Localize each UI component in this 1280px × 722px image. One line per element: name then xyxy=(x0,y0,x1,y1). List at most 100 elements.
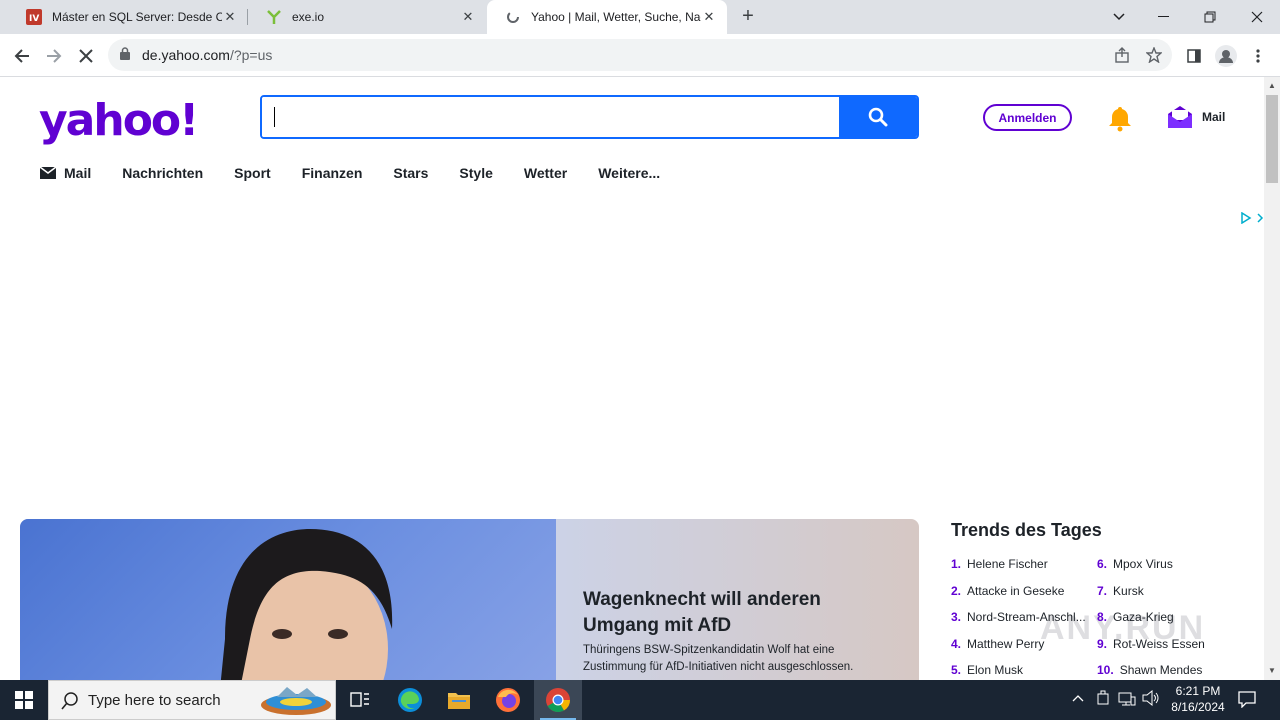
stop-loading-button[interactable] xyxy=(72,42,100,70)
back-button[interactable] xyxy=(8,42,36,70)
trend-rank: 2. xyxy=(951,583,962,598)
close-icon[interactable]: ✕ xyxy=(222,9,238,25)
chrome-icon xyxy=(546,688,570,713)
trend-item[interactable]: 8. Gaza-Krieg xyxy=(1097,610,1227,624)
close-window-button[interactable] xyxy=(1234,0,1280,34)
search-highlight-icon xyxy=(259,685,333,722)
udemy-icon: IV xyxy=(26,9,42,25)
trend-label: Gaza-Krieg xyxy=(1113,610,1174,624)
envelope-icon xyxy=(40,167,56,179)
restore-button[interactable] xyxy=(1187,0,1233,34)
notification-center-icon[interactable] xyxy=(1238,690,1256,711)
clock-time: 6:21 PM xyxy=(1175,684,1221,698)
trends-title: Trends des Tages xyxy=(951,520,1102,540)
nav-item-wetter[interactable]: Wetter xyxy=(524,165,567,181)
start-button[interactable] xyxy=(0,680,48,720)
firefox-taskbar-button[interactable] xyxy=(484,680,532,720)
url-path: /?p=us xyxy=(229,47,273,63)
new-tab-button[interactable]: + xyxy=(738,6,758,27)
trend-label: Rot-Weiss Essen xyxy=(1113,636,1205,651)
nav-item-stars[interactable]: Stars xyxy=(393,165,428,181)
trend-item[interactable]: 5. Elon Musk xyxy=(951,663,1091,677)
nav-item-style[interactable]: Style xyxy=(459,165,492,181)
trend-item[interactable]: 10. Shawn Mendes xyxy=(1097,663,1227,677)
nav-label: Weitere... xyxy=(598,165,661,181)
trend-label: Helene Fischer xyxy=(967,557,1048,571)
tab-strip: IV Máster en SQL Server: Desde Cer ✕ exe… xyxy=(0,0,1280,34)
nav-item-mail[interactable]: Mail xyxy=(40,165,91,181)
adchoices-icon[interactable] xyxy=(1240,211,1264,227)
show-hidden-icons-chevron-icon[interactable] xyxy=(1072,691,1084,705)
nav-label: Nachrichten xyxy=(122,165,204,181)
firefox-icon xyxy=(496,688,520,712)
nav-item-more[interactable]: Weitere... xyxy=(598,165,660,181)
scrollbar-thumb[interactable] xyxy=(1266,95,1278,183)
forward-button[interactable] xyxy=(40,42,68,70)
file-explorer-taskbar-button[interactable] xyxy=(435,680,483,720)
loading-icon xyxy=(505,9,521,25)
profile-avatar-icon[interactable] xyxy=(1212,42,1240,70)
trend-rank: 10. xyxy=(1097,663,1114,677)
nav-item-finanzen[interactable]: Finanzen xyxy=(302,165,363,181)
lock-icon[interactable] xyxy=(120,47,130,65)
signin-button[interactable]: Anmelden xyxy=(983,104,1072,131)
folder-icon xyxy=(448,693,470,709)
edge-taskbar-button[interactable] xyxy=(386,680,434,720)
nav-item-sport[interactable]: Sport xyxy=(234,165,271,181)
notification-bell-icon[interactable] xyxy=(1106,104,1134,137)
trend-rank: 4. xyxy=(951,636,962,651)
trend-label: Matthew Perry xyxy=(967,636,1045,651)
trend-rank: 7. xyxy=(1097,583,1108,598)
hero-story-card[interactable]: Wagenknecht will anderen Umgang mit AfD … xyxy=(20,519,919,680)
magnifier-icon xyxy=(61,692,79,715)
search-button[interactable] xyxy=(839,97,917,137)
minimize-button[interactable] xyxy=(1141,0,1187,34)
close-icon[interactable]: ✕ xyxy=(701,9,717,25)
task-view-icon xyxy=(350,692,369,707)
trend-item[interactable]: 7. Kursk xyxy=(1097,584,1227,598)
trend-item[interactable]: 6. Mpox Virus xyxy=(1097,557,1227,571)
close-icon[interactable]: ✕ xyxy=(460,9,476,25)
nav-item-nachrichten[interactable]: Nachrichten xyxy=(122,165,203,181)
person-photo-illustration xyxy=(220,529,393,680)
hero-photo xyxy=(20,519,556,680)
yahoo-logo[interactable]: yahoo! xyxy=(39,95,199,147)
chrome-taskbar-button[interactable] xyxy=(534,680,582,720)
trend-item[interactable]: 2. Attacke in Geseke xyxy=(951,584,1091,598)
taskbar-search-box[interactable]: Type here to search xyxy=(48,680,336,720)
trend-rank: 9. xyxy=(1097,636,1108,651)
tab-title: Yahoo | Mail, Wetter, Suche, Nac xyxy=(531,10,701,24)
hero-headline[interactable]: Wagenknecht will anderen Umgang mit AfD xyxy=(583,587,883,639)
mail-link[interactable]: Mail xyxy=(1202,110,1225,124)
device-icon[interactable] xyxy=(1096,690,1110,709)
side-panel-icon[interactable] xyxy=(1180,42,1208,70)
tab-title: exe.io xyxy=(292,10,325,24)
tab-exeio[interactable]: exe.io ✕ xyxy=(248,0,486,34)
exeio-icon xyxy=(266,9,282,25)
trend-label: Attacke in Geseke xyxy=(967,583,1065,598)
clock-date: 8/16/2024 xyxy=(1171,700,1225,714)
tab-yahoo[interactable]: Yahoo | Mail, Wetter, Suche, Nac ✕ xyxy=(487,0,727,34)
search-input[interactable] xyxy=(262,97,842,137)
page-scrollbar[interactable]: ▲ ▼ xyxy=(1264,77,1280,680)
address-bar[interactable]: de.yahoo.com/?p=us xyxy=(108,39,1172,71)
tab-udemy[interactable]: IV Máster en SQL Server: Desde Cer ✕ xyxy=(8,0,248,34)
trend-rank: 1. xyxy=(951,557,962,571)
taskbar-clock[interactable]: 6:21 PM 8/16/2024 xyxy=(1160,683,1236,715)
trend-item[interactable]: 1. Helene Fischer xyxy=(951,557,1091,571)
task-view-button[interactable] xyxy=(336,680,384,720)
trend-item[interactable]: 3. Nord-Stream-Anschl... xyxy=(951,610,1091,624)
bookmark-star-icon[interactable] xyxy=(1140,41,1168,69)
chrome-menu-icon[interactable] xyxy=(1244,42,1272,70)
tab-search-icon[interactable] xyxy=(1096,0,1142,34)
nav-label: Stars xyxy=(393,165,429,181)
edge-icon xyxy=(398,688,422,712)
share-icon[interactable] xyxy=(1108,41,1136,69)
trend-item[interactable]: 9. Rot-Weiss Essen xyxy=(1097,637,1227,651)
scroll-down-arrow-icon[interactable]: ▼ xyxy=(1268,666,1276,675)
mail-envelope-icon[interactable] xyxy=(1166,104,1194,135)
volume-icon[interactable] xyxy=(1142,689,1160,709)
scroll-up-arrow-icon[interactable]: ▲ xyxy=(1268,81,1276,90)
network-icon[interactable] xyxy=(1118,691,1136,710)
trend-item[interactable]: 4. Matthew Perry xyxy=(951,637,1091,651)
